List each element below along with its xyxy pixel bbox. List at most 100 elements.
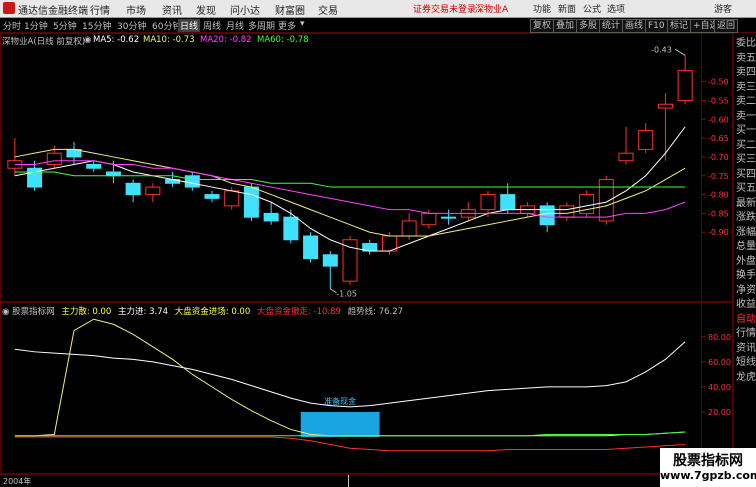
y-tick-label: -0.80 [708, 191, 729, 200]
candle-body-up [480, 194, 496, 211]
candle-body-down [263, 212, 279, 222]
side-panel-item[interactable]: 收益 [736, 299, 756, 310]
side-panel-item[interactable]: 外盘 [736, 256, 756, 267]
side-panel-item[interactable]: 涨幅 [736, 227, 756, 238]
candle[interactable] [125, 179, 141, 203]
candle[interactable] [579, 190, 595, 218]
side-panel-item[interactable]: 买二 [736, 140, 756, 151]
candle[interactable] [322, 251, 338, 289]
candle-body-down [500, 194, 516, 211]
candle[interactable] [500, 183, 516, 214]
high-pointer [674, 48, 686, 56]
indicator-settings-icon[interactable]: ◉ [2, 307, 9, 317]
side-panel-item[interactable]: 买三 [736, 154, 756, 165]
watermark: 股票指标网 www.7gpzb.com [660, 448, 756, 487]
candle[interactable] [460, 202, 476, 221]
side-panel-item[interactable]: 涨跌 [736, 212, 756, 223]
side-panel-item[interactable]: 卖三 [736, 82, 756, 93]
candle-body-up [598, 179, 614, 222]
side-panel-item[interactable]: 净资 [736, 285, 756, 296]
side-panel-item[interactable]: 短线 [736, 357, 756, 368]
indicator-value-market-out: 大盘资金撤走: -10.89 [256, 307, 341, 317]
indicator-value-inflow: 主力进: 3.74 [118, 307, 169, 317]
candle[interactable] [677, 55, 693, 105]
side-panel-item[interactable]: 买四 [736, 169, 756, 180]
candle-body-down [86, 163, 102, 169]
y-tick-label: -0.75 [708, 172, 729, 181]
y-tick-label: -0.60 [708, 115, 729, 124]
y-tick-label: -0.50 [708, 78, 729, 87]
indicator-frame [0, 302, 733, 474]
candle-body-down [243, 186, 259, 218]
side-panel-item[interactable]: 买五 [736, 183, 756, 194]
candle-body-down [125, 182, 141, 196]
candle[interactable] [441, 209, 457, 225]
y-tick-label: -0.70 [708, 153, 729, 162]
candle[interactable] [86, 160, 102, 172]
kline-chart[interactable]: 2004年 -0.50 -0.55 -0.60 -0.65 -0.70 -0.75 -0.8… [0, 0, 756, 487]
candle-body-down [204, 194, 220, 199]
kline-frame [0, 33, 733, 302]
candle-body-up [657, 103, 673, 109]
indicator-name: 股票指标网 [12, 307, 55, 317]
side-panel-item[interactable]: 卖四 [736, 67, 756, 78]
candle[interactable] [362, 239, 378, 255]
side-panel-item[interactable]: 卖二 [736, 96, 756, 107]
candle-body-up [638, 130, 654, 150]
candle-body-up [559, 205, 575, 218]
candle-body-up [46, 152, 62, 165]
side-panel-item[interactable]: 买一 [736, 125, 756, 136]
side-panel-item[interactable]: 卖一 [736, 111, 756, 122]
candle[interactable] [303, 232, 319, 263]
indicator-value-retail: 主力散: 0.00 [61, 307, 112, 317]
candle-body-down [322, 254, 338, 267]
side-panel-item[interactable]: 卖五 [736, 53, 756, 64]
y-tick-label: -0.65 [708, 134, 729, 143]
ma-line-ma5 [14, 126, 686, 252]
side-panel-item[interactable]: 龙虎 [736, 372, 756, 383]
candle-body-up [224, 190, 240, 207]
candle-body-down [283, 216, 299, 241]
candle[interactable] [263, 202, 279, 225]
side-panel-item[interactable]: 行情 [736, 328, 756, 339]
candle-body-down [303, 235, 319, 260]
candle-body-up [677, 69, 693, 101]
side-panel-item[interactable]: 换手 [736, 270, 756, 281]
candle[interactable] [184, 172, 200, 191]
candle[interactable] [145, 183, 161, 203]
watermark-title: 股票指标网 [673, 453, 743, 469]
indicator-legend: ◉ 股票指标网 主力散: 0.00 主力进: 3.74 大盘资金进场: 0.00… [2, 305, 403, 317]
y-tick-label: -0.90 [708, 228, 729, 237]
ind-y-tick-label: 40.00 [708, 383, 731, 392]
candle-body-up [145, 186, 161, 196]
ind-y-tick-label: 60.00 [708, 358, 731, 367]
side-panel-item[interactable]: 委比 [736, 38, 756, 49]
candle-body-up [421, 212, 437, 226]
indicator-value-market-in: 大盘资金进场: 0.00 [174, 307, 251, 317]
candle[interactable] [559, 202, 575, 221]
candle[interactable] [638, 123, 654, 154]
candle[interactable] [618, 126, 634, 165]
ind-y-tick-label: 20.00 [708, 408, 731, 417]
candle-body-up [401, 220, 417, 237]
candle[interactable] [342, 236, 358, 285]
watermark-url: www.7gpzb.com [660, 469, 756, 482]
side-panel-item[interactable]: 总量 [736, 241, 756, 252]
candle[interactable] [27, 160, 43, 191]
y-tick-label: -0.55 [708, 96, 729, 105]
indicator-line [14, 436, 686, 452]
candle-body-up [342, 239, 358, 282]
y-tick-label: -0.85 [708, 209, 729, 218]
candle[interactable] [204, 190, 220, 203]
candle-body-down [184, 175, 200, 188]
candle[interactable] [657, 92, 673, 161]
cash-zone-bar [300, 411, 380, 437]
candle-body-up [618, 152, 634, 162]
side-panel-item[interactable]: 自动 [736, 314, 756, 325]
candle[interactable] [283, 209, 299, 244]
side-panel-item[interactable]: 资讯 [736, 343, 756, 354]
indicator-value-trend: 趋势线: 76.27 [347, 307, 404, 317]
candle-body-down [539, 205, 555, 226]
side-panel-item[interactable]: 最新 [736, 198, 756, 209]
high-annotation: -0.43 [651, 45, 672, 54]
